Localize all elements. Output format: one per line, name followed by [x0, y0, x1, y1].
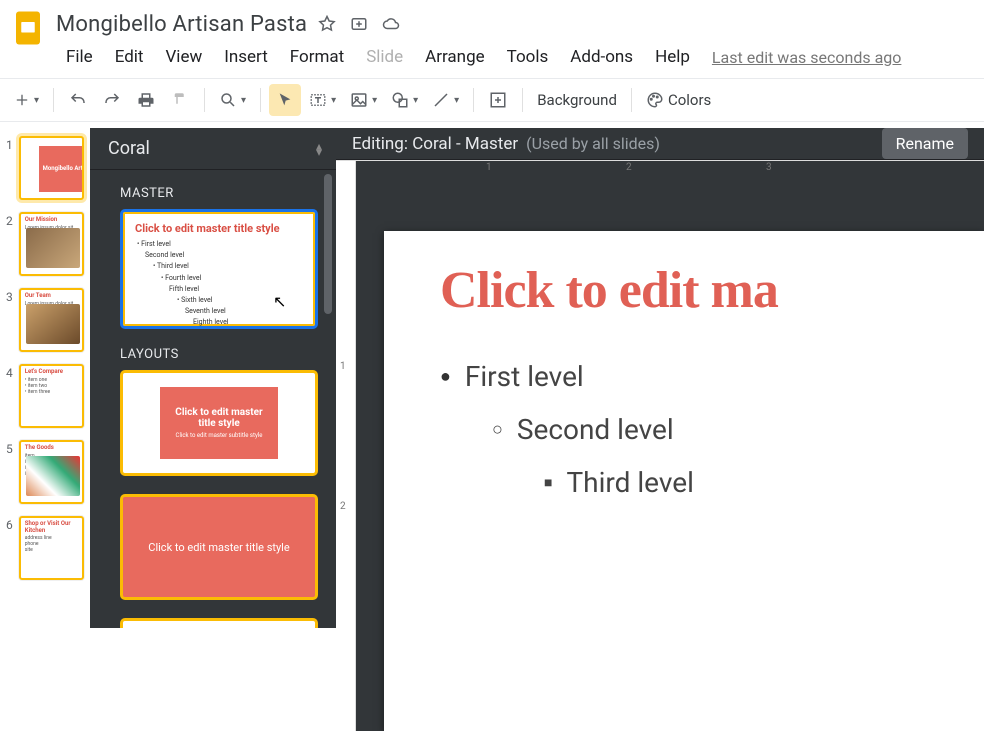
scrollbar[interactable] — [324, 174, 332, 314]
menubar: File Edit View Insert Format Slide Arran… — [56, 42, 968, 72]
slide-canvas[interactable]: Click to edit ma First level Second leve… — [384, 231, 984, 731]
layout-thumb-2[interactable]: Click to edit master title style — [120, 494, 318, 600]
slide-number: 3 — [6, 288, 13, 352]
theme-name[interactable]: Coral — [108, 138, 150, 159]
menu-insert[interactable]: Insert — [214, 43, 278, 71]
textbox-tool[interactable]: ▾ — [303, 84, 342, 116]
new-slide-button[interactable]: ▾ — [8, 84, 45, 116]
menu-help[interactable]: Help — [645, 43, 700, 71]
line-tool[interactable]: ▾ — [426, 84, 465, 116]
layouts-section-label: LAYOUTS — [120, 347, 318, 362]
print-button[interactable] — [130, 84, 162, 116]
cloud-icon[interactable] — [381, 14, 401, 34]
editing-label: Editing: Coral - Master — [352, 134, 518, 154]
slide-number: 1 — [6, 136, 13, 200]
menu-arrange[interactable]: Arrange — [415, 43, 494, 71]
master-title-placeholder[interactable]: Click to edit ma — [440, 261, 984, 320]
ruler-vertical[interactable]: 1 2 — [336, 161, 356, 731]
slide-number: 5 — [6, 440, 13, 504]
zoom-button[interactable]: ▾ — [213, 84, 252, 116]
slide-number: 2 — [6, 212, 13, 276]
colors-button[interactable]: Colors — [640, 84, 717, 116]
background-button[interactable]: Background — [531, 84, 623, 116]
menu-format[interactable]: Format — [280, 43, 354, 71]
menu-view[interactable]: View — [155, 43, 212, 71]
master-panel: Coral ▴▾ MASTER Click to edit master tit… — [90, 128, 336, 628]
menu-file[interactable]: File — [56, 43, 103, 71]
theme-dropdown-icon[interactable]: ▴▾ — [316, 143, 322, 155]
slide-number: 6 — [6, 516, 13, 580]
redo-button[interactable] — [96, 84, 128, 116]
star-icon[interactable] — [317, 14, 337, 34]
slide-thumb-3[interactable]: Our TeamLorem ipsum dolor sit — [19, 288, 84, 352]
slide-thumb-2[interactable]: Our MissionLorem ipsum dolor sit — [19, 212, 84, 276]
menu-edit[interactable]: Edit — [105, 43, 154, 71]
toolbar: ▾ ▾ ▾ ▾ ▾ ▾ Background Colors — [0, 78, 984, 122]
layout-thumb-3[interactable]: Click to edit master title style — [120, 618, 318, 628]
slide-panel: 1 Mongibello Artisan Pasta 2 Our Mission… — [0, 128, 90, 628]
slides-logo[interactable] — [8, 8, 48, 48]
paint-format-button[interactable] — [164, 84, 196, 116]
shape-tool[interactable]: ▾ — [385, 84, 424, 116]
last-edit-link[interactable]: Last edit was seconds ago — [712, 48, 901, 67]
editor: Editing: Coral - Master (Used by all sli… — [336, 128, 984, 628]
ruler-horizontal[interactable]: 1 2 3 — [336, 160, 984, 161]
layout-thumb-1[interactable]: Click to edit master title styleClick to… — [120, 370, 318, 476]
undo-button[interactable] — [62, 84, 94, 116]
select-tool[interactable] — [269, 84, 301, 116]
master-section-label: MASTER — [120, 186, 318, 201]
slide-thumb-4[interactable]: Let's Compare• item one• item two• item … — [19, 364, 84, 428]
placeholder-tool[interactable] — [482, 84, 514, 116]
master-thumb[interactable]: Click to edit master title style • First… — [120, 209, 318, 329]
slide-thumb-6[interactable]: Shop or Visit Our Kitchenaddress linepho… — [19, 516, 84, 580]
slide-number: 4 — [6, 364, 13, 428]
master-body-placeholder[interactable]: First level Second level Third level — [440, 360, 984, 499]
slide-thumb-5[interactable]: The Goodsitemitemitemitem — [19, 440, 84, 504]
doc-title[interactable]: Mongibello Artisan Pasta — [56, 12, 307, 37]
rename-button[interactable]: Rename — [882, 128, 968, 159]
menu-slide: Slide — [356, 43, 413, 71]
menu-tools[interactable]: Tools — [497, 43, 559, 71]
menu-addons[interactable]: Add-ons — [560, 43, 643, 71]
used-by-label: (Used by all slides) — [526, 134, 660, 153]
slide-thumb-1[interactable]: Mongibello Artisan Pasta — [19, 136, 84, 200]
image-tool[interactable]: ▾ — [344, 84, 383, 116]
move-icon[interactable] — [349, 14, 369, 34]
